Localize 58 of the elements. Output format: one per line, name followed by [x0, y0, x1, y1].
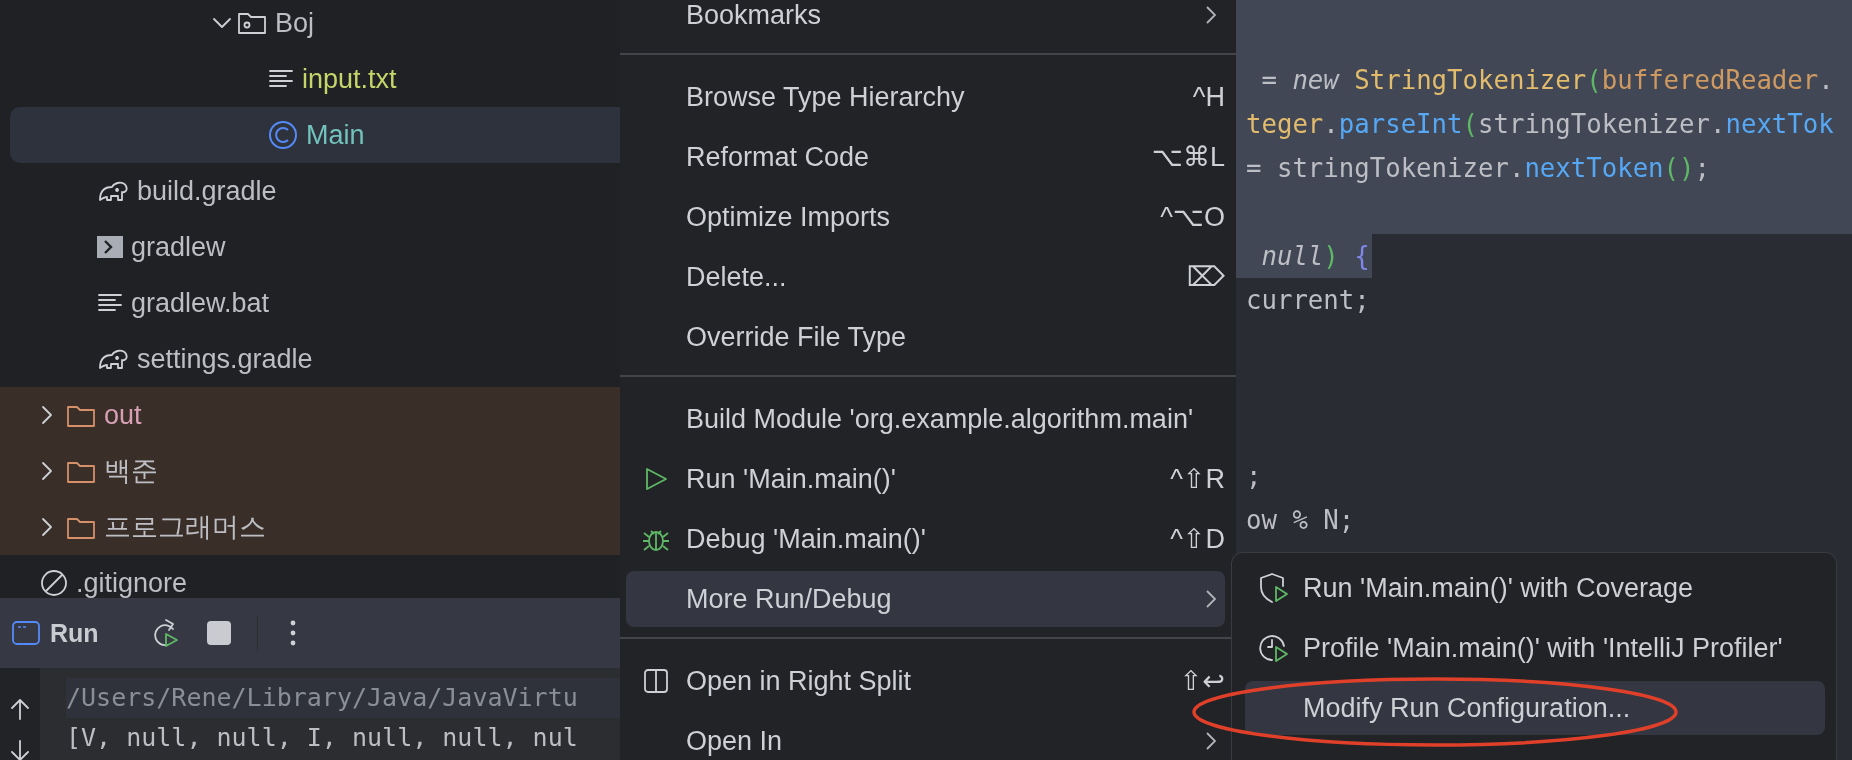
- code-line: null) {: [1260, 241, 1370, 271]
- menu-item[interactable]: Run 'Main.main()' with Coverage: [1245, 561, 1825, 615]
- tree-item[interactable]: input.txt: [0, 51, 620, 107]
- menu-item[interactable]: Build Module 'org.example.algorithm.main': [626, 391, 1225, 447]
- tree-item[interactable]: Boj: [0, 0, 620, 51]
- code-line: ;: [1246, 461, 1262, 491]
- menu-item[interactable]: Profile 'Main.main()' with 'IntelliJ Profiler': [1245, 621, 1825, 675]
- text-file-icon: [268, 68, 294, 90]
- tree-item[interactable]: 백준: [0, 443, 620, 499]
- menu-item[interactable]: Debug 'Main.main()' ^⇧D: [626, 511, 1225, 567]
- tree-item[interactable]: build.gradle: [0, 163, 620, 219]
- menu-item[interactable]: Bookmarks: [626, 0, 1225, 43]
- code-line: = stringTokenizer.nextToken();: [1246, 153, 1710, 183]
- terminal-icon: [97, 236, 123, 258]
- tree-item[interactable]: gradlew.bat: [0, 275, 620, 331]
- class-icon: [268, 120, 298, 150]
- prohibited-icon: [40, 569, 68, 597]
- shield-play-icon: [1258, 572, 1290, 604]
- stop-icon: [206, 621, 231, 645]
- menu-item[interactable]: Open In: [626, 713, 1225, 760]
- more-icon: [289, 620, 296, 646]
- shortcut-label: ^⇧R: [1170, 463, 1225, 495]
- shortcut-label: ^H: [1192, 81, 1225, 113]
- tree-item[interactable]: Main: [10, 107, 620, 163]
- shortcut-label: ⌦: [1186, 261, 1225, 293]
- shortcut-label: ⇧↩: [1179, 665, 1225, 697]
- split-view-icon: [643, 668, 669, 694]
- tree-item[interactable]: settings.gradle: [0, 331, 620, 387]
- arrow-up-icon: [10, 698, 30, 720]
- menu-item[interactable]: Modify Run Configuration...: [1245, 681, 1825, 735]
- play-icon: [643, 466, 669, 492]
- menu-item[interactable]: Browse Type Hierarchy ^H: [626, 69, 1225, 125]
- folder-icon: [237, 10, 267, 36]
- menu-item[interactable]: Run 'Main.main()' ^⇧R: [626, 451, 1225, 507]
- tree-item[interactable]: out: [0, 387, 620, 443]
- code-line: ow % N;: [1246, 505, 1355, 535]
- menu-item[interactable]: Delete... ⌦: [626, 249, 1225, 305]
- run-tab[interactable]: Run: [12, 618, 99, 648]
- tree-item[interactable]: .gitignore: [0, 555, 620, 598]
- window-icon: [12, 621, 40, 645]
- console-line: [V, null, null, I, null, null, nul: [66, 722, 579, 754]
- text-file-icon: [97, 292, 123, 314]
- tree-item[interactable]: 프로그래머스: [0, 499, 620, 555]
- shortcut-label: ^⌥O: [1160, 201, 1225, 233]
- arrow-down-icon: [10, 740, 30, 760]
- scroll-up-button[interactable]: [10, 698, 30, 720]
- code-line: current;: [1246, 285, 1370, 315]
- code-line: teger.parseInt(stringTokenizer.nextTok: [1246, 109, 1834, 139]
- menu-item[interactable]: Optimize Imports ^⌥O: [626, 189, 1225, 245]
- shortcut-label: ⌥⌘L: [1151, 141, 1225, 173]
- shortcut-label: ^⇧D: [1170, 523, 1225, 555]
- clock-play-icon: [1258, 632, 1290, 664]
- menu-item[interactable]: Open in Right Split ⇧↩: [626, 653, 1225, 709]
- tree-item[interactable]: gradlew: [0, 219, 620, 275]
- scroll-down-button[interactable]: [10, 740, 30, 760]
- menu-item[interactable]: Reformat Code ⌥⌘L: [626, 129, 1225, 185]
- code-line: = new StringTokenizer(bufferedReader.: [1260, 65, 1834, 95]
- menu-item[interactable]: Override File Type: [626, 309, 1225, 365]
